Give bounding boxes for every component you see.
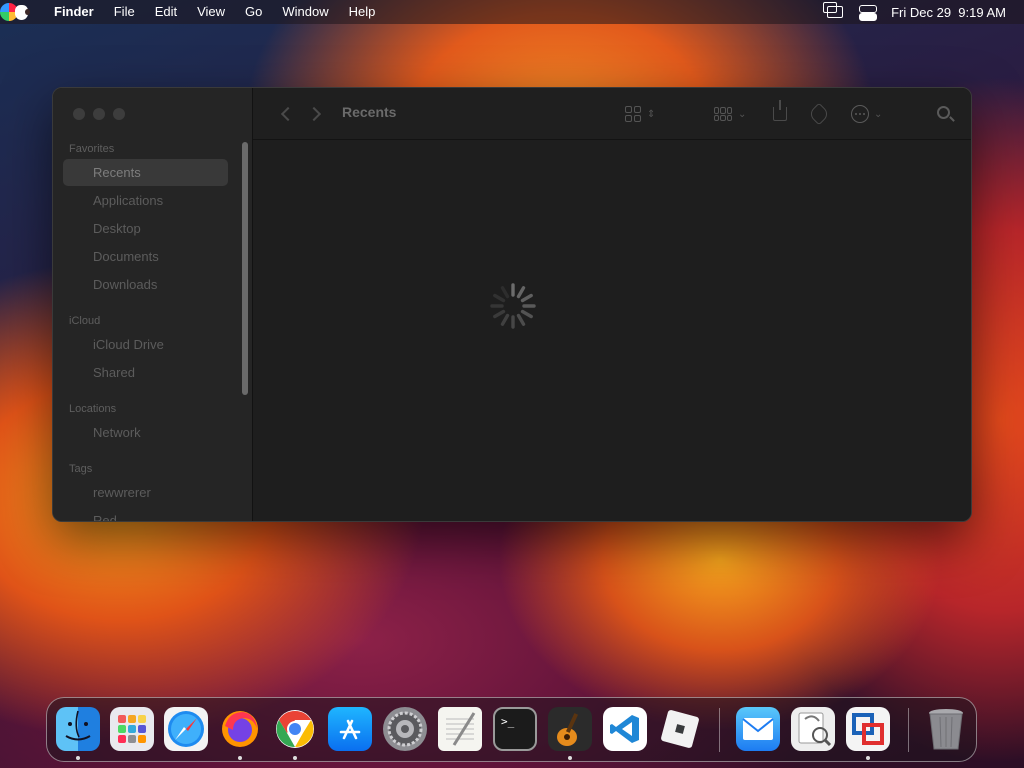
- dock-terminal[interactable]: >_: [493, 707, 537, 751]
- icon-view-icon: [625, 106, 641, 122]
- sidebar-item-applications[interactable]: Applications: [63, 187, 228, 214]
- mail-icon: [742, 718, 774, 740]
- menu-window[interactable]: Window: [272, 0, 338, 24]
- sidebar-item-recents[interactable]: Recents: [63, 159, 228, 186]
- dock: >_: [46, 697, 977, 762]
- menu-file[interactable]: File: [104, 0, 145, 24]
- minimize-button[interactable]: [93, 108, 105, 120]
- tag-icon: [807, 102, 831, 126]
- dock-preview[interactable]: [791, 707, 835, 751]
- running-indicator: [866, 756, 870, 760]
- window-title: Recents: [342, 104, 397, 120]
- dock-app-store[interactable]: [328, 707, 372, 751]
- menu-edit[interactable]: Edit: [145, 0, 187, 24]
- menu-go[interactable]: Go: [235, 0, 272, 24]
- dock-firefox[interactable]: [218, 707, 262, 751]
- dock-textedit[interactable]: [438, 707, 482, 751]
- sidebar-section-favorites: Favorites: [69, 143, 115, 155]
- dock-safari[interactable]: [164, 707, 208, 751]
- running-indicator: [76, 756, 80, 760]
- forward-button[interactable]: [306, 106, 322, 122]
- dock-separator: [908, 708, 909, 752]
- screen-mirroring-icon[interactable]: [823, 2, 844, 18]
- preview-icon: [798, 712, 832, 747]
- finder-sidebar: Favorites Recents Applications Desktop D…: [53, 88, 253, 521]
- launchpad-icon: [118, 715, 146, 743]
- sidebar-scrollbar[interactable]: [242, 142, 248, 395]
- menu-help[interactable]: Help: [339, 0, 386, 24]
- search-button[interactable]: [937, 106, 950, 126]
- more-actions-button[interactable]: ⌄: [851, 104, 882, 124]
- terminal-icon: >_: [501, 715, 515, 728]
- svg-text:>_: >_: [501, 715, 515, 728]
- running-indicator: [568, 756, 572, 760]
- up-down-chevron-icon: ⇕: [647, 108, 656, 120]
- dock-garageband[interactable]: [548, 707, 592, 751]
- sidebar-section-icloud: iCloud: [69, 315, 101, 327]
- sidebar-section-tags: Tags: [69, 463, 93, 475]
- apple-menu[interactable]: [10, 0, 32, 24]
- garageband-icon: [557, 713, 579, 746]
- chrome-icon: [276, 710, 314, 748]
- group-by-button[interactable]: ⌄: [714, 104, 746, 124]
- search-icon: [937, 106, 950, 119]
- vmware-icon: [852, 713, 884, 745]
- dock-launchpad[interactable]: [110, 707, 154, 751]
- finder-content-area[interactable]: [253, 141, 971, 521]
- running-indicator: [238, 756, 242, 760]
- apple-icon: [14, 4, 30, 20]
- view-mode-button[interactable]: ⇕: [625, 104, 655, 124]
- dock-separator: [719, 708, 720, 752]
- chevron-down-icon: ⌄: [738, 108, 747, 120]
- running-indicator: [293, 756, 297, 760]
- vscode-icon: [610, 715, 639, 743]
- control-center-icon[interactable]: [859, 5, 878, 21]
- dock-system-settings[interactable]: [383, 707, 427, 751]
- finder-icon: [65, 710, 91, 741]
- settings-icon: [387, 711, 423, 747]
- sidebar-item-tag-rewwrerer[interactable]: rewwrerer: [63, 479, 228, 506]
- dock-mail[interactable]: [736, 707, 780, 751]
- dock-chrome[interactable]: [273, 707, 317, 751]
- sidebar-item-desktop[interactable]: Desktop: [63, 215, 228, 242]
- menu-bar: Finder File Edit View Go Window Help Fri…: [0, 0, 1024, 24]
- trash-icon: [929, 709, 963, 750]
- share-button[interactable]: [773, 100, 787, 127]
- finder-window: Favorites Recents Applications Desktop D…: [52, 87, 972, 522]
- dock-trash[interactable]: [924, 707, 968, 751]
- sidebar-item-documents[interactable]: Documents: [63, 243, 228, 270]
- dock-vscode[interactable]: [603, 707, 647, 751]
- dock-finder[interactable]: [56, 707, 100, 751]
- ellipsis-circle-icon: [851, 105, 869, 123]
- sidebar-item-tag-red[interactable]: Red: [63, 507, 228, 521]
- sidebar-item-icloud-drive[interactable]: iCloud Drive: [63, 331, 228, 358]
- loading-spinner-icon: [490, 283, 536, 329]
- app-store-icon: [339, 719, 361, 740]
- back-button[interactable]: [280, 106, 296, 122]
- finder-toolbar: Recents ⇕ ⌄ ⌄: [253, 88, 971, 140]
- dock-roblox[interactable]: [658, 707, 702, 751]
- sidebar-section-locations: Locations: [69, 403, 117, 415]
- menu-finder[interactable]: Finder: [44, 0, 104, 24]
- group-icon: [714, 107, 732, 121]
- tag-button[interactable]: [807, 102, 831, 126]
- menubar-clock[interactable]: Fri Dec 29 9:19 AM: [891, 5, 1006, 20]
- dock-vmware-fusion[interactable]: [846, 707, 890, 751]
- close-button[interactable]: [73, 108, 85, 120]
- share-icon: [773, 100, 787, 121]
- sidebar-item-downloads[interactable]: Downloads: [63, 271, 228, 298]
- menu-view[interactable]: View: [187, 0, 235, 24]
- sidebar-item-network[interactable]: Network: [63, 419, 228, 446]
- safari-icon: [168, 711, 204, 747]
- window-controls: [73, 108, 125, 120]
- textedit-icon: [446, 712, 476, 746]
- roblox-icon: [661, 710, 699, 748]
- sidebar-item-shared[interactable]: Shared: [63, 359, 228, 386]
- chevron-down-icon: ⌄: [874, 108, 883, 120]
- firefox-icon: [222, 711, 258, 747]
- zoom-button[interactable]: [113, 108, 125, 120]
